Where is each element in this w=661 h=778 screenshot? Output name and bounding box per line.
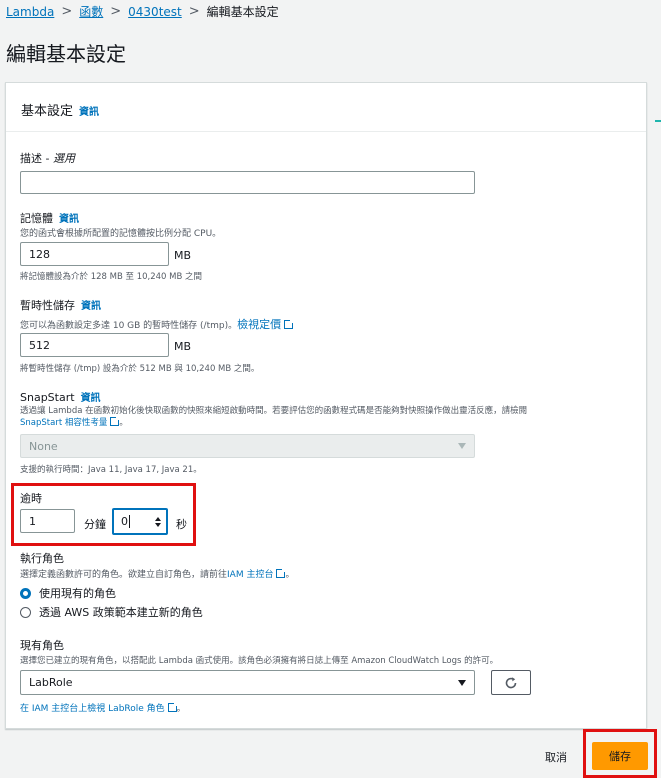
radio-label: 透過 AWS 政策範本建立新的角色 xyxy=(39,606,203,619)
breadcrumb-current: 編輯基本設定 xyxy=(206,5,279,19)
existing-role-label: 現有角色 xyxy=(20,639,64,652)
panel-header: 基本設定 資訊 xyxy=(6,83,646,132)
minutes-unit: 分鐘 xyxy=(84,518,106,531)
external-link-icon xyxy=(284,318,296,329)
radio-label: 使用現有的角色 xyxy=(39,587,116,600)
panel-title: 基本設定 資訊 xyxy=(21,104,100,119)
existing-role-description: 選擇您已建立的現有角色，以搭配此 Lambda 函式使用。該角色必須擁有將日誌上… xyxy=(20,656,499,666)
snapstart-description: 透過讓 Lambda 在函數初始化後快取函數的快照來縮短啟動時間。若要評估您的函… xyxy=(20,406,528,428)
description-label: 描述 - 選用 xyxy=(20,152,75,165)
timeout-seconds-value: 0 xyxy=(121,515,130,528)
timeout-seconds-input[interactable]: 0 xyxy=(112,508,168,535)
snapstart-selected-value: None xyxy=(29,439,58,453)
refresh-icon xyxy=(505,676,517,688)
memory-unit: MB xyxy=(174,249,192,262)
side-marker xyxy=(655,120,661,122)
snapstart-label: SnapStart 資訊 xyxy=(20,391,101,404)
optional-text: 選用 xyxy=(52,152,75,165)
breadcrumb-separator: > xyxy=(61,4,73,19)
memory-label: 記憶體 資訊 xyxy=(20,212,79,225)
timeout-label: 逾時 xyxy=(20,492,42,505)
spinner-icon[interactable] xyxy=(155,516,161,527)
existing-role-select[interactable]: LabRole xyxy=(20,670,475,695)
radio-unselected-icon[interactable] xyxy=(20,606,31,618)
execution-role-label: 執行角色 xyxy=(20,552,64,565)
panel-info-link[interactable]: 資訊 xyxy=(79,107,99,118)
breadcrumb: Lambda > 函數 > 0430test > 編輯基本設定 xyxy=(6,3,279,20)
seconds-unit: 秒 xyxy=(176,518,187,531)
ephemeral-unit: MB xyxy=(174,340,192,353)
description-input[interactable] xyxy=(20,171,475,194)
existing-role-selected-value: LabRole xyxy=(29,676,73,689)
snapstart-info-link[interactable]: 資訊 xyxy=(81,393,101,404)
breadcrumb-lambda[interactable]: Lambda xyxy=(6,5,54,19)
snapstart-hint: 支援的執行時間：Java 11, Java 17, Java 21。 xyxy=(20,465,202,475)
view-pricing-link[interactable]: 檢視定價 xyxy=(237,318,296,331)
iam-console-link[interactable]: IAM 主控台 xyxy=(227,567,288,580)
memory-description: 您的函式會根據所配置的記憶體按比例分配 CPU。 xyxy=(20,229,222,239)
breadcrumb-separator: > xyxy=(188,4,200,19)
snapstart-select: None xyxy=(20,434,475,458)
view-role-in-iam: 在 IAM 主控台上檢視 LabRole 角色。 xyxy=(20,701,186,714)
save-button[interactable]: 儲存 xyxy=(592,742,648,770)
radio-selected-icon[interactable] xyxy=(20,587,31,599)
memory-info-link[interactable]: 資訊 xyxy=(59,214,79,225)
external-link-icon xyxy=(167,701,179,712)
ephemeral-hint: 將暫時性儲存 (/tmp) 設為介於 512 MB 與 10,240 MB 之間… xyxy=(20,364,260,374)
radio-create-from-template[interactable]: 透過 AWS 政策範本建立新的角色 xyxy=(20,604,203,620)
breadcrumb-functions[interactable]: 函數 xyxy=(79,3,103,20)
timeout-minutes-input[interactable]: 1 xyxy=(20,509,75,533)
radio-use-existing-role[interactable]: 使用現有的角色 xyxy=(20,585,116,601)
cancel-button[interactable]: 取消 xyxy=(545,749,567,765)
page-title: 編輯基本設定 xyxy=(6,42,126,66)
breadcrumb-function-name[interactable]: 0430test xyxy=(128,5,182,19)
external-link-icon xyxy=(110,415,122,426)
ephemeral-storage-input[interactable]: 512 xyxy=(20,333,169,357)
execution-role-description: 選擇定義函數許可的角色。欲建立自訂角色，請前往IAM 主控台。 xyxy=(20,567,295,580)
ephemeral-description: 您可以為函數設定多達 10 GB 的暫時性儲存 (/tmp)。檢視定價 xyxy=(20,316,296,332)
refresh-roles-button[interactable] xyxy=(491,670,531,695)
ephemeral-info-link[interactable]: 資訊 xyxy=(81,301,101,312)
caret-down-icon xyxy=(458,679,466,686)
caret-down-icon xyxy=(458,443,466,449)
breadcrumb-separator: > xyxy=(110,4,122,19)
external-link-icon xyxy=(276,567,288,578)
memory-hint: 將記憶體設為介於 128 MB 至 10,240 MB 之間 xyxy=(20,272,203,282)
memory-input[interactable]: 128 xyxy=(20,242,169,266)
ephemeral-storage-label: 暫時性儲存 資訊 xyxy=(20,299,101,312)
view-labrole-link[interactable]: 在 IAM 主控台上檢視 LabRole 角色 xyxy=(20,701,179,714)
snapstart-compat-link[interactable]: SnapStart 相容性考量 xyxy=(20,415,122,428)
